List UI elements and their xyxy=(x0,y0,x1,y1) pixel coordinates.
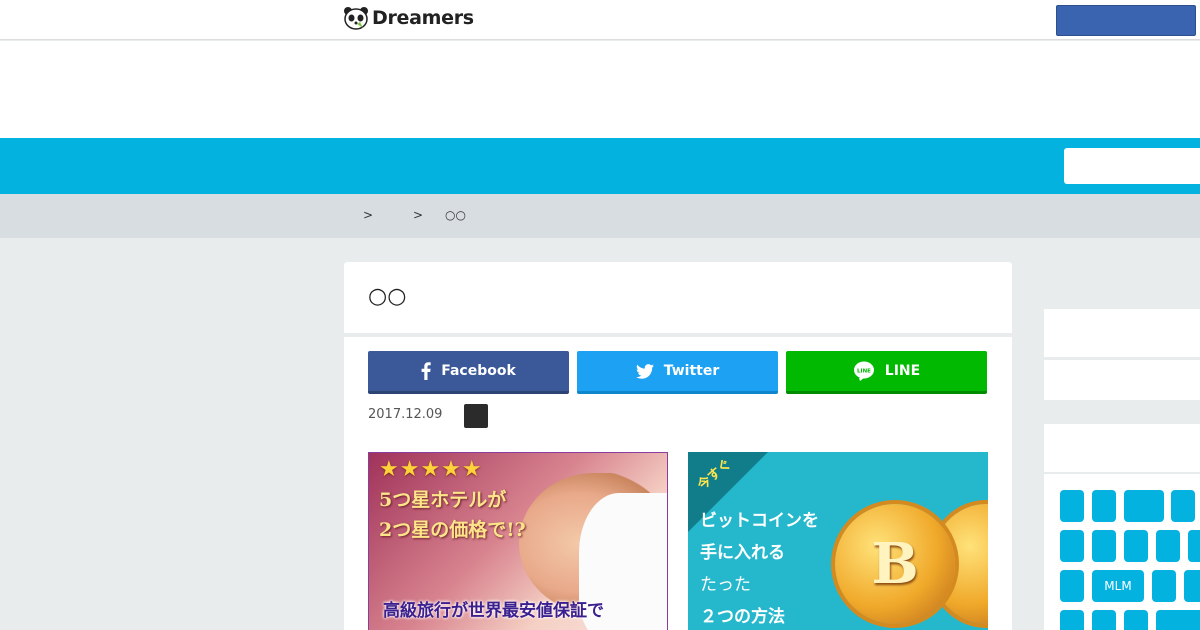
tag-cloud: MLM xyxy=(1044,474,1200,630)
twitter-share-label: Twitter xyxy=(663,363,720,379)
article-header: ○○ xyxy=(344,262,1012,333)
breadcrumb-separator: > xyxy=(413,208,424,222)
sidebar-widget xyxy=(1044,309,1200,357)
ad-text-3: たった xyxy=(700,575,751,595)
tag-item[interactable] xyxy=(1156,530,1180,562)
tag-item[interactable] xyxy=(1124,530,1148,562)
logo-text: Dreamers xyxy=(372,7,474,29)
tag-item[interactable] xyxy=(1060,490,1084,522)
breadcrumb-item-current: ○○ xyxy=(445,208,466,222)
tag-item[interactable] xyxy=(1152,570,1176,602)
bitcoin-ad-banner[interactable]: 今すぐ ビットコインを 手に入れる たった ２つの方法 B xyxy=(688,452,988,630)
tag-item[interactable] xyxy=(1184,570,1200,602)
twitter-share-button[interactable]: Twitter xyxy=(577,351,778,394)
tag-item[interactable] xyxy=(1124,490,1164,522)
search-input[interactable] xyxy=(1064,148,1200,184)
ad-text-1: ビットコインを xyxy=(700,511,819,531)
category-badge[interactable] xyxy=(464,404,488,428)
article-body: Facebook Twitter LINE LINE 2017.12.09 ★★… xyxy=(344,337,1012,630)
global-nav xyxy=(0,138,1200,194)
ad-headline-2: 2つ星の価格で!? xyxy=(379,519,526,541)
tag-item[interactable] xyxy=(1092,530,1116,562)
tag-item[interactable] xyxy=(1092,610,1116,630)
line-share-button[interactable]: LINE LINE xyxy=(786,351,987,394)
post-date: 2017.12.09 xyxy=(368,407,443,422)
hotel-ad-banner[interactable]: ★★★★★ 5つ星ホテルが 2つ星の価格で!? 高級旅行が世界最安値保証で xyxy=(368,452,668,630)
ad-headline-1: 5つ星ホテルが xyxy=(379,489,507,511)
tag-item[interactable] xyxy=(1171,490,1195,522)
tag-item[interactable] xyxy=(1092,490,1116,522)
top-header: Dreamers xyxy=(0,0,1200,40)
facebook-share-label: Facebook xyxy=(441,363,516,379)
breadcrumb-separator: > xyxy=(363,208,374,222)
page-title: ○○ xyxy=(368,284,407,309)
bitcoin-icon: B xyxy=(835,504,955,624)
facebook-share-button[interactable]: Facebook xyxy=(368,351,569,394)
tag-item[interactable] xyxy=(1060,610,1084,630)
panda-logo-icon xyxy=(344,7,368,30)
breadcrumb-bar: > > ○○ xyxy=(0,194,1200,238)
tag-item[interactable] xyxy=(1156,610,1200,630)
sidebar-widget-title xyxy=(1044,424,1200,472)
ad-text-2: 手に入れる xyxy=(700,543,785,563)
twitter-icon xyxy=(635,363,654,379)
site-logo[interactable]: Dreamers xyxy=(343,6,474,30)
ad-text-4: ２つの方法 xyxy=(700,607,785,627)
tag-item[interactable] xyxy=(1060,530,1084,562)
svg-text:LINE: LINE xyxy=(857,369,871,375)
line-share-label: LINE xyxy=(884,363,921,379)
sidebar-widget xyxy=(1044,360,1200,400)
tag-item[interactable] xyxy=(1124,610,1148,630)
tag-item[interactable] xyxy=(1060,570,1084,602)
tag-item-mlm[interactable]: MLM xyxy=(1092,570,1144,602)
header-ad-space xyxy=(0,41,1200,138)
tag-item[interactable] xyxy=(1188,530,1200,562)
facebook-icon xyxy=(421,362,431,380)
ad-headline-3: 高級旅行が世界最安値保証で xyxy=(383,601,604,621)
breadcrumb: > > ○○ xyxy=(363,208,466,222)
line-icon: LINE xyxy=(853,361,874,381)
five-stars-icon: ★★★★★ xyxy=(379,457,483,482)
header-button[interactable] xyxy=(1056,5,1196,36)
